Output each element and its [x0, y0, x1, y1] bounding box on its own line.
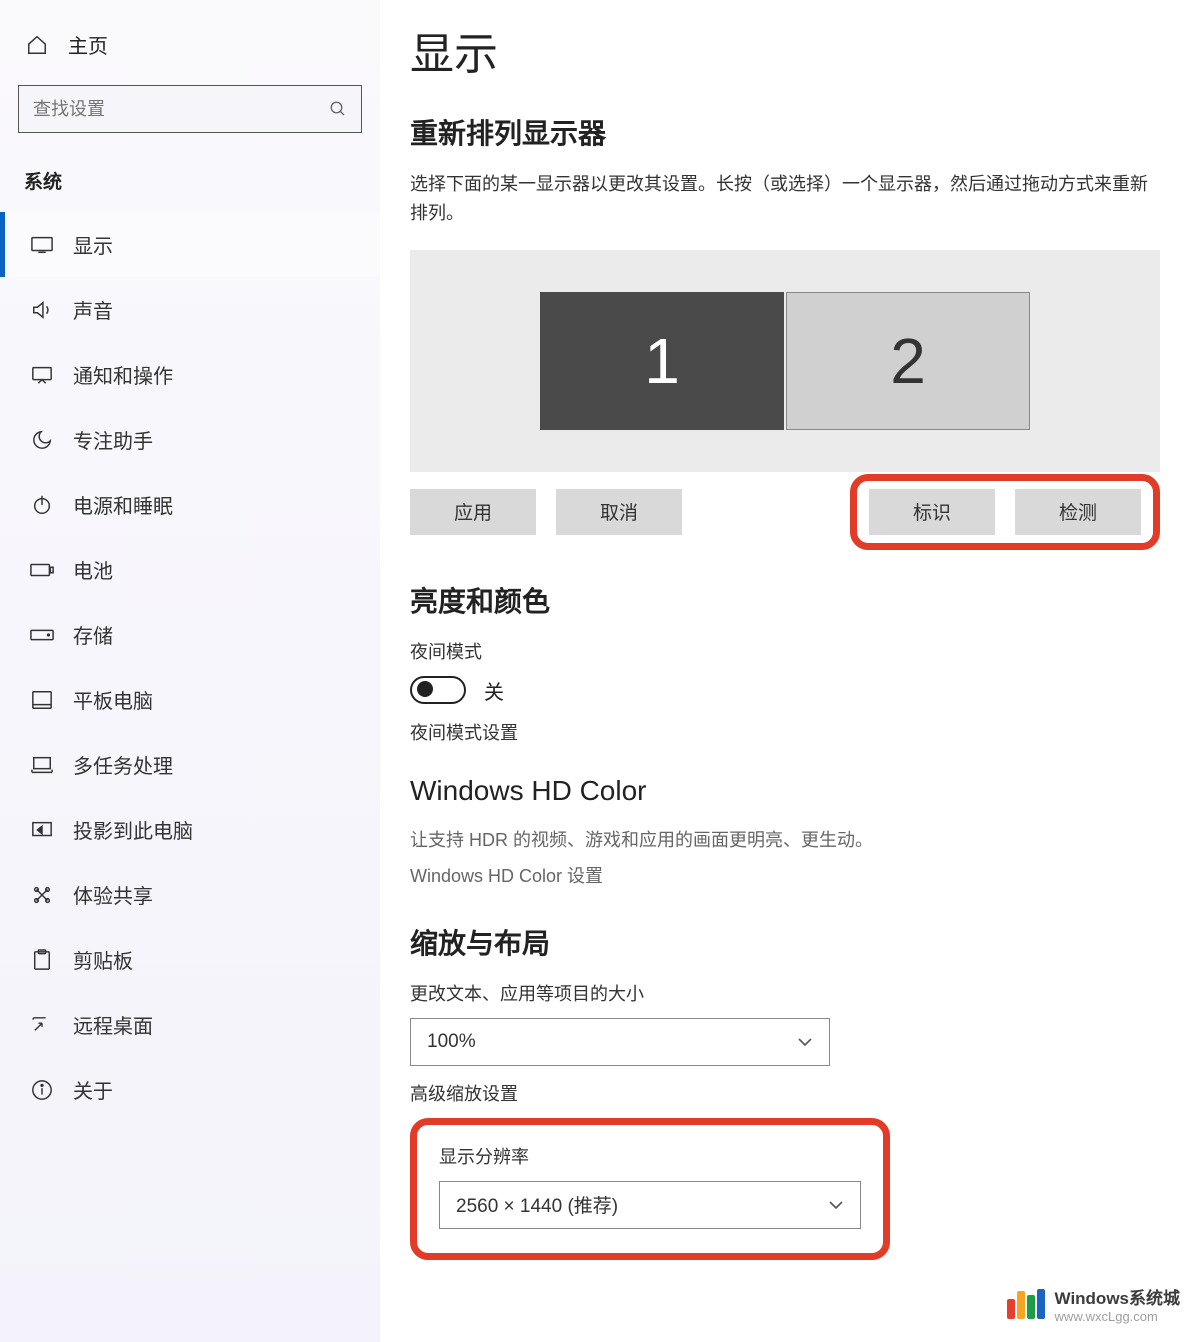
monitor-1[interactable]: 1 — [540, 292, 784, 430]
project-icon — [29, 820, 55, 840]
cancel-button[interactable]: 取消 — [556, 489, 682, 535]
settings-sidebar: 主页 系统 显示 声音 通知和操作 — [0, 0, 380, 1342]
sidebar-item-label: 关于 — [73, 1075, 113, 1104]
watermark-title: Windows系统城 — [1055, 1284, 1180, 1309]
home-link[interactable]: 主页 — [0, 20, 380, 69]
scale-title: 缩放与布局 — [410, 922, 1160, 962]
home-label: 主页 — [68, 30, 108, 59]
focus-icon — [29, 429, 55, 451]
sound-icon — [29, 300, 55, 320]
sidebar-item-focus[interactable]: 专注助手 — [0, 407, 380, 472]
night-mode-settings-link[interactable]: 夜间模式设置 — [410, 719, 1160, 745]
sidebar-item-shared[interactable]: 体验共享 — [0, 862, 380, 927]
rearrange-desc: 选择下面的某一显示器以更改其设置。长按（或选择）一个显示器，然后通过拖动方式来重… — [410, 170, 1160, 228]
detect-button[interactable]: 检测 — [1015, 489, 1141, 535]
scale-size-label: 更改文本、应用等项目的大小 — [410, 980, 1160, 1006]
sidebar-item-label: 剪贴板 — [73, 945, 133, 974]
night-mode-label: 夜间模式 — [410, 638, 1160, 664]
sidebar-item-label: 远程桌面 — [73, 1010, 153, 1039]
remote-icon — [29, 1016, 55, 1034]
brightness-title: 亮度和颜色 — [410, 580, 1160, 620]
sidebar-item-label: 电池 — [73, 555, 113, 584]
tablet-icon — [29, 690, 55, 710]
apply-button[interactable]: 应用 — [410, 489, 536, 535]
sidebar-item-multitask[interactable]: 多任务处理 — [0, 732, 380, 797]
sidebar-item-label: 平板电脑 — [73, 685, 153, 714]
sidebar-item-label: 通知和操作 — [73, 360, 173, 389]
night-mode-toggle[interactable] — [410, 676, 466, 704]
chevron-down-icon — [828, 1200, 844, 1210]
sidebar-item-project[interactable]: 投影到此电脑 — [0, 797, 380, 862]
page-title: 显示 — [410, 18, 1160, 82]
resolution-highlight: 显示分辨率 2560 × 1440 (推荐) — [410, 1118, 890, 1260]
search-icon — [329, 100, 347, 118]
sidebar-item-sound[interactable]: 声音 — [0, 277, 380, 342]
sidebar-item-clipboard[interactable]: 剪贴板 — [0, 927, 380, 992]
home-icon — [24, 34, 50, 56]
rearrange-title: 重新排列显示器 — [410, 112, 1160, 152]
search-input[interactable] — [33, 99, 321, 120]
resolution-label: 显示分辨率 — [439, 1143, 861, 1169]
shared-icon — [29, 884, 55, 906]
hdcolor-link[interactable]: Windows HD Color 设置 — [410, 861, 1160, 892]
advanced-scale-link[interactable]: 高级缩放设置 — [410, 1080, 1160, 1106]
search-input-wrapper[interactable] — [18, 85, 362, 133]
scale-value: 100% — [427, 1031, 476, 1053]
hdcolor-title: Windows HD Color — [410, 775, 1160, 807]
power-icon — [29, 494, 55, 516]
storage-icon — [29, 629, 55, 641]
watermark: Windows系统城 www.wxcLgg.com — [1007, 1284, 1180, 1324]
identify-button[interactable]: 标识 — [869, 489, 995, 535]
sidebar-item-label: 体验共享 — [73, 880, 153, 909]
sidebar-item-tablet[interactable]: 平板电脑 — [0, 667, 380, 732]
sidebar-item-label: 专注助手 — [73, 425, 153, 454]
display-icon — [29, 236, 55, 254]
sidebar-item-storage[interactable]: 存储 — [0, 602, 380, 667]
multitask-icon — [29, 755, 55, 775]
display-arranger[interactable]: 1 2 — [410, 250, 1160, 472]
sidebar-section-label: 系统 — [0, 149, 380, 206]
sidebar-item-label: 显示 — [73, 230, 113, 259]
watermark-url: www.wxcLgg.com — [1055, 1309, 1180, 1324]
sidebar-item-label: 投影到此电脑 — [73, 815, 193, 844]
sidebar-item-battery[interactable]: 电池 — [0, 537, 380, 602]
sidebar-item-about[interactable]: 关于 — [0, 1057, 380, 1122]
sidebar-item-display[interactable]: 显示 — [0, 212, 380, 277]
resolution-value: 2560 × 1440 (推荐) — [456, 1191, 618, 1218]
sidebar-item-label: 电源和睡眠 — [73, 490, 173, 519]
hdcolor-desc: 让支持 HDR 的视频、游戏和应用的画面更明亮、更生动。 — [410, 825, 1160, 856]
sidebar-item-label: 存储 — [73, 620, 113, 649]
identify-detect-highlight: 标识 检测 — [850, 474, 1160, 550]
main-content: 显示 重新排列显示器 选择下面的某一显示器以更改其设置。长按（或选择）一个显示器… — [380, 0, 1194, 1342]
sidebar-item-label: 多任务处理 — [73, 750, 173, 779]
sidebar-item-label: 声音 — [73, 295, 113, 324]
monitor-2[interactable]: 2 — [786, 292, 1030, 430]
battery-icon — [29, 563, 55, 577]
sidebar-item-remote[interactable]: 远程桌面 — [0, 992, 380, 1057]
sidebar-item-power[interactable]: 电源和睡眠 — [0, 472, 380, 537]
scale-select[interactable]: 100% — [410, 1018, 830, 1066]
night-mode-state: 关 — [484, 676, 504, 705]
notifications-icon — [29, 365, 55, 385]
sidebar-item-notifications[interactable]: 通知和操作 — [0, 342, 380, 407]
watermark-logo-icon — [1007, 1289, 1047, 1319]
resolution-select[interactable]: 2560 × 1440 (推荐) — [439, 1181, 861, 1229]
clipboard-icon — [29, 949, 55, 971]
about-icon — [29, 1079, 55, 1101]
chevron-down-icon — [797, 1037, 813, 1047]
sidebar-nav: 显示 声音 通知和操作 专注助手 电源和睡眠 — [0, 212, 380, 1122]
